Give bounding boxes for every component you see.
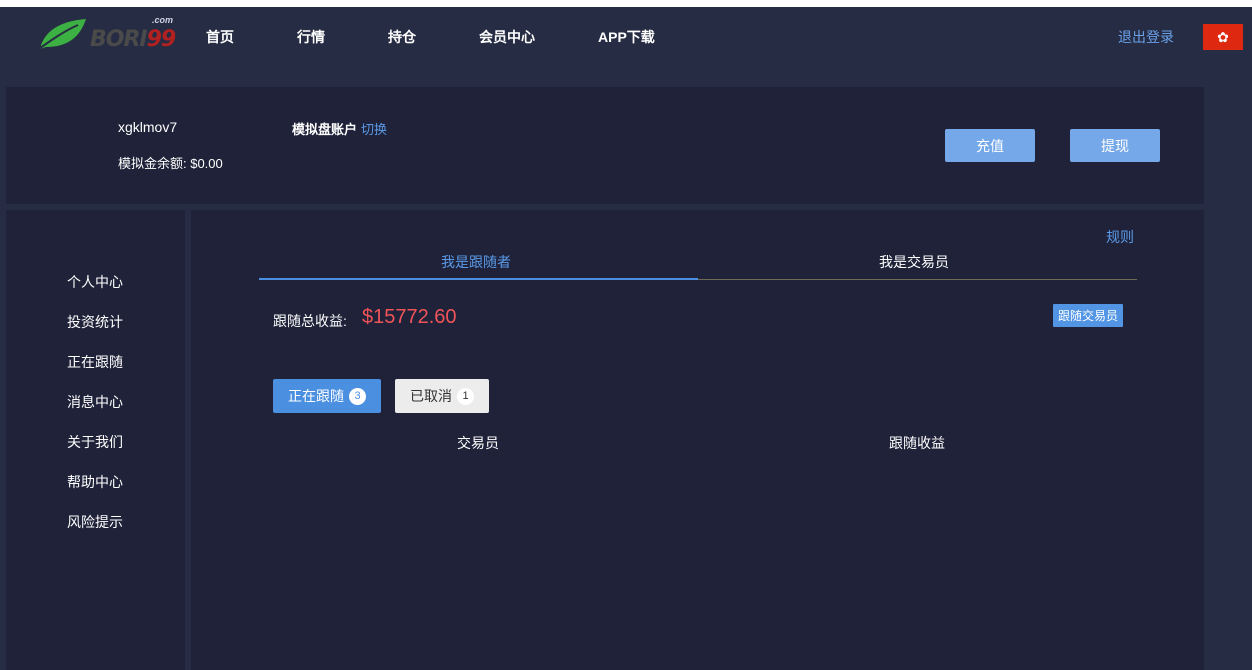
hong-kong-flag-icon[interactable]: ✿ — [1203, 24, 1243, 50]
cancelled-filter-label: 已取消 — [410, 388, 452, 404]
logout-link[interactable]: 退出登录 — [1118, 27, 1174, 47]
top-navbar: BORI99 .com 首页 行情 持仓 会员中心 APP下载 退出登录 ✿ — [0, 7, 1252, 66]
nav-item-home[interactable]: 首页 — [206, 27, 234, 47]
sidebar-item-about-us[interactable]: 关于我们 — [67, 432, 123, 452]
sidebar-item-investment-stats[interactable]: 投资统计 — [67, 312, 123, 332]
account-type: 模拟盘账户 切换 — [292, 119, 387, 138]
logo-suffix: .com — [152, 15, 174, 25]
tab-active-indicator — [259, 278, 698, 280]
following-filter-label: 正在跟随 — [288, 388, 344, 404]
sidebar-item-messages[interactable]: 消息中心 — [67, 392, 123, 412]
withdraw-button[interactable]: 提现 — [1070, 129, 1160, 162]
following-filter-button[interactable]: 正在跟随 3 — [273, 379, 381, 413]
logo-text: BORI99 — [90, 27, 177, 52]
main-content: 规则 我是跟随者 我是交易员 跟随总收益: $15772.60 跟随交易员 正在… — [191, 210, 1204, 670]
account-panel: xgklmov7 模拟金余额: $0.00 模拟盘账户 切换 充值 提现 — [6, 87, 1204, 204]
cancelled-count-badge: 1 — [457, 387, 474, 405]
deposit-button[interactable]: 充值 — [945, 129, 1035, 162]
total-earnings-value: $15772.60 — [362, 306, 457, 328]
sidebar-item-following[interactable]: 正在跟随 — [67, 352, 123, 372]
switch-account-link[interactable]: 切换 — [361, 122, 387, 137]
nav-item-market[interactable]: 行情 — [297, 27, 325, 47]
account-type-label: 模拟盘账户 — [292, 122, 358, 137]
sidebar-item-personal-center[interactable]: 个人中心 — [67, 272, 123, 292]
site-logo[interactable]: BORI99 .com — [34, 15, 177, 59]
nav-item-member-center[interactable]: 会员中心 — [479, 27, 535, 47]
tab-trader[interactable]: 我是交易员 — [879, 252, 949, 272]
column-header-follow-earnings: 跟随收益 — [889, 435, 945, 451]
following-count-badge: 3 — [349, 387, 366, 405]
cancelled-filter-button[interactable]: 已取消 1 — [395, 379, 489, 413]
top-strip — [0, 0, 1252, 7]
demo-balance: 模拟金余额: $0.00 — [118, 156, 223, 171]
column-header-trader: 交易员 — [457, 435, 499, 451]
username: xgklmov7 — [118, 119, 178, 135]
sidebar: 个人中心 投资统计 正在跟随 消息中心 关于我们 帮助中心 风险提示 — [6, 210, 185, 670]
logo-text-number: 99 — [146, 27, 177, 52]
tab-follower[interactable]: 我是跟随者 — [441, 252, 511, 272]
nav-item-positions[interactable]: 持仓 — [388, 27, 416, 47]
logo-text-main: BORI — [90, 27, 148, 52]
total-earnings-label: 跟随总收益: — [273, 313, 347, 329]
rules-link[interactable]: 规则 — [1106, 227, 1134, 247]
follow-trader-button[interactable]: 跟随交易员 — [1053, 304, 1123, 327]
sidebar-item-help-center[interactable]: 帮助中心 — [67, 472, 123, 492]
sidebar-item-risk-warning[interactable]: 风险提示 — [67, 512, 123, 532]
nav-item-app-download[interactable]: APP下载 — [598, 27, 655, 47]
leaf-icon — [35, 19, 86, 52]
